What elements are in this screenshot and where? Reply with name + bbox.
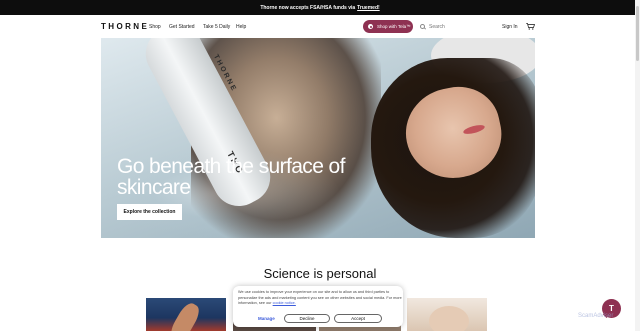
nav-shop[interactable]: Shop bbox=[149, 24, 161, 30]
manage-cookies-link[interactable]: Manage bbox=[258, 316, 275, 321]
tela-button-label: Shop with Tela™ bbox=[377, 24, 411, 29]
nav-help[interactable]: Help bbox=[236, 24, 246, 30]
cookie-message: We use cookies to improve your experienc… bbox=[238, 290, 402, 306]
site-header: THORNE Shop Get Started Take 5 Daily Hel… bbox=[0, 15, 640, 38]
search-bar[interactable] bbox=[420, 21, 490, 32]
search-icon bbox=[420, 24, 425, 29]
scamadviser-watermark: ScamAdviser bbox=[578, 313, 614, 319]
sign-in-link[interactable]: Sign In bbox=[502, 24, 518, 30]
thorne-logo[interactable]: THORNE bbox=[101, 22, 149, 31]
search-input[interactable] bbox=[429, 23, 484, 30]
hero-title: Go beneath the surface of skincare bbox=[117, 155, 345, 199]
accept-button[interactable]: Accept bbox=[334, 314, 382, 323]
decline-button[interactable]: Decline bbox=[284, 314, 330, 323]
tela-icon bbox=[368, 24, 373, 29]
category-tile-portrait[interactable] bbox=[407, 298, 487, 331]
announcement-bar: Thorne now accepts FSA/HSA funds via Tru… bbox=[0, 0, 640, 15]
nav-take-5-daily[interactable]: Take 5 Daily bbox=[203, 24, 230, 30]
section-title: Science is personal bbox=[263, 266, 377, 281]
category-tile-athlete[interactable] bbox=[146, 298, 226, 331]
shop-with-tela-button[interactable]: Shop with Tela™ bbox=[363, 20, 413, 33]
chat-icon-label: T bbox=[609, 304, 614, 313]
cookie-banner-text: We use cookies to improve your experienc… bbox=[238, 290, 403, 307]
page: Thorne now accepts FSA/HSA funds via Tru… bbox=[0, 0, 640, 331]
scrollbar-thumb[interactable] bbox=[636, 6, 639, 61]
announcement-text: Thorne now accepts FSA/HSA funds via bbox=[260, 4, 356, 11]
cart-icon[interactable] bbox=[526, 23, 535, 30]
tile-athlete-figure bbox=[167, 300, 203, 331]
tile-portrait-head bbox=[429, 306, 469, 331]
cookie-banner: We use cookies to improve your experienc… bbox=[233, 286, 403, 327]
truemed-link[interactable]: Truemed! bbox=[357, 5, 380, 11]
cookie-notice-link[interactable]: cookie notice. bbox=[273, 301, 296, 305]
cookie-actions: Manage Decline Accept bbox=[238, 314, 398, 323]
nav-get-started[interactable]: Get Started bbox=[169, 24, 195, 30]
explore-collection-button[interactable]: Explore the collection bbox=[117, 204, 182, 220]
